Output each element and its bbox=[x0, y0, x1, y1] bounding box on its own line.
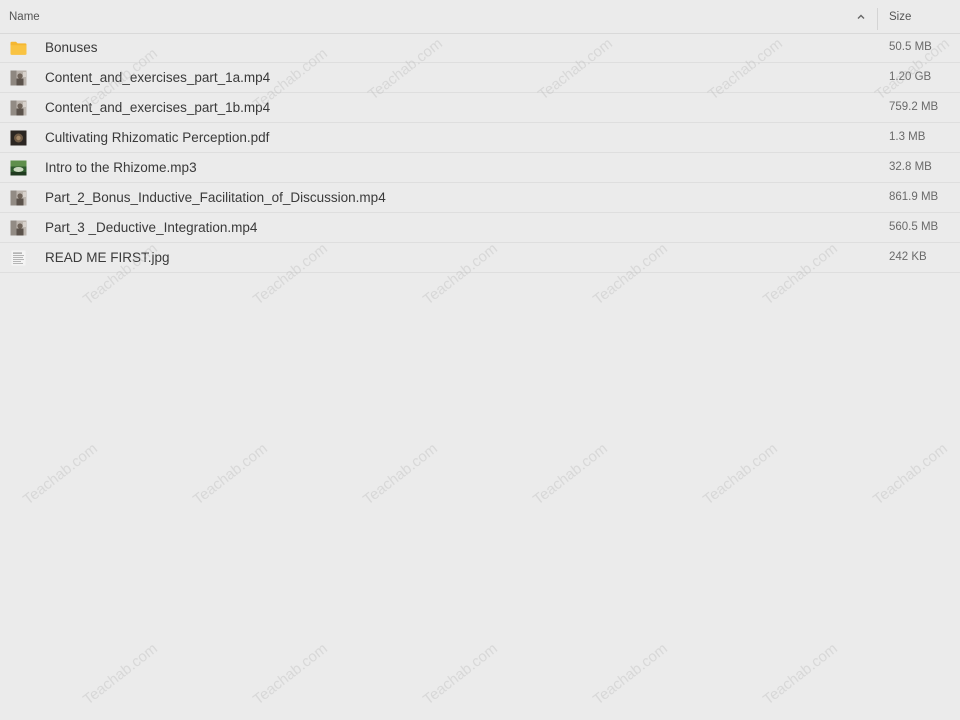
watermark-text: Teachab.com bbox=[250, 640, 331, 709]
video-thumbnail-icon bbox=[10, 190, 27, 206]
file-name: Content_and_exercises_part_1a.mp4 bbox=[45, 70, 271, 85]
file-size: 242 KB bbox=[889, 251, 927, 263]
watermark-text: Teachab.com bbox=[590, 640, 671, 709]
file-size: 861.9 MB bbox=[889, 191, 939, 203]
file-size: 560.5 MB bbox=[889, 221, 939, 233]
watermark-text: Teachab.com bbox=[760, 640, 841, 709]
file-list: Bonuses 50.5 MB Content_and_exercises_pa… bbox=[0, 33, 960, 273]
file-name: Content_and_exercises_part_1b.mp4 bbox=[45, 100, 271, 115]
list-item[interactable]: Part_3 _Deductive_Integration.mp4 560.5 … bbox=[0, 213, 960, 243]
list-item[interactable]: READ ME FIRST.jpg 242 KB bbox=[0, 243, 960, 273]
column-divider[interactable] bbox=[877, 8, 878, 30]
file-browser: Name Size Bonuses 50.5 MB Content_and_ex… bbox=[0, 0, 960, 720]
list-item[interactable]: Part_2_Bonus_Inductive_Facilitation_of_D… bbox=[0, 183, 960, 213]
file-size: 1.3 MB bbox=[889, 131, 926, 143]
watermark-text: Teachab.com bbox=[190, 440, 271, 509]
file-size: 50.5 MB bbox=[889, 41, 932, 53]
pdf-thumbnail-icon bbox=[10, 130, 27, 146]
name-column-header[interactable]: Name bbox=[9, 11, 40, 23]
folder-icon bbox=[10, 41, 27, 55]
file-name: Part_3 _Deductive_Integration.mp4 bbox=[45, 220, 258, 235]
video-thumbnail-icon bbox=[10, 220, 27, 236]
watermark-text: Teachab.com bbox=[530, 440, 611, 509]
file-name: Part_2_Bonus_Inductive_Facilitation_of_D… bbox=[45, 190, 386, 205]
file-name: Cultivating Rhizomatic Perception.pdf bbox=[45, 130, 270, 145]
video-thumbnail-icon bbox=[10, 70, 27, 86]
list-item[interactable]: Intro to the Rhizome.mp3 32.8 MB bbox=[0, 153, 960, 183]
video-thumbnail-icon bbox=[10, 100, 27, 116]
watermark-text: Teachab.com bbox=[700, 440, 781, 509]
watermark-text: Teachab.com bbox=[870, 440, 951, 509]
image-thumbnail-icon bbox=[11, 250, 26, 266]
file-size: 1.20 GB bbox=[889, 71, 932, 83]
list-item[interactable]: Content_and_exercises_part_1a.mp4 1.20 G… bbox=[0, 63, 960, 93]
watermark-text: Teachab.com bbox=[360, 440, 441, 509]
watermark-text: Teachab.com bbox=[20, 440, 101, 509]
file-name: READ ME FIRST.jpg bbox=[45, 250, 170, 265]
list-item[interactable]: Cultivating Rhizomatic Perception.pdf 1.… bbox=[0, 123, 960, 153]
column-header: Name Size bbox=[0, 0, 960, 34]
watermark-text: Teachab.com bbox=[420, 640, 501, 709]
list-item[interactable]: Bonuses 50.5 MB bbox=[0, 33, 960, 63]
size-column-header[interactable]: Size bbox=[889, 11, 911, 23]
file-size: 32.8 MB bbox=[889, 161, 932, 173]
chevron-up-icon[interactable] bbox=[855, 11, 867, 23]
file-size: 759.2 MB bbox=[889, 101, 939, 113]
file-name: Bonuses bbox=[45, 40, 98, 55]
file-name: Intro to the Rhizome.mp3 bbox=[45, 160, 197, 175]
audio-thumbnail-icon bbox=[10, 160, 27, 176]
list-item[interactable]: Content_and_exercises_part_1b.mp4 759.2 … bbox=[0, 93, 960, 123]
watermark-text: Teachab.com bbox=[80, 640, 161, 709]
